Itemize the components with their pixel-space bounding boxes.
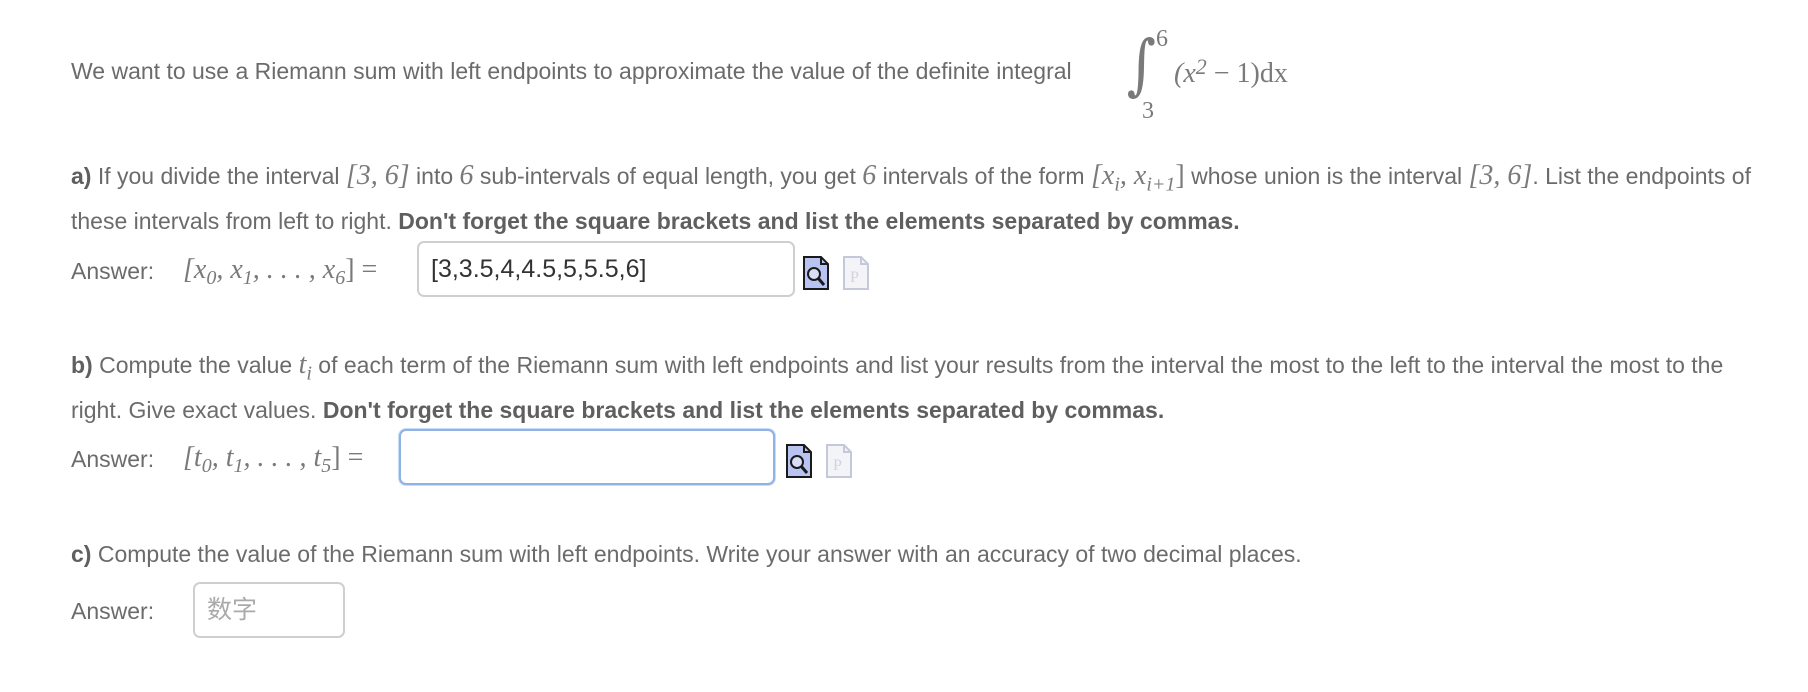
definite-integral: ∫ 6 3 (x2 − 1)dx [1118,20,1348,124]
answer-math-b: [t0, t1, . . . , t5] = [183,442,364,477]
question-part-a: a) If you divide the interval [3, 6] int… [71,160,1751,234]
part-c-label: c) [71,541,92,567]
integral-lower-limit: 3 [1142,98,1154,124]
preview-magnifier-icon[interactable] [785,443,813,479]
pdf-document-icon[interactable]: P [842,255,870,291]
preview-magnifier-icon[interactable] [802,255,830,291]
intro-text: We want to use a Riemann sum with left e… [71,58,1072,84]
answer-label-b: Answer: [71,446,155,472]
answer-input-a[interactable] [417,241,795,297]
answer-input-b[interactable] [399,429,775,485]
answer-label-a: Answer: [71,258,155,284]
answer-label-c: Answer: [71,598,155,624]
part-b-label: b) [71,352,93,378]
part-b-instruction: Don't forget the square brackets and lis… [322,396,1165,423]
svg-text:P: P [833,457,842,474]
part-a-label: a) [71,163,92,189]
pdf-document-icon[interactable]: P [825,443,853,479]
svg-text:P: P [850,269,859,286]
integral-upper-limit: 6 [1156,26,1168,52]
question-part-c: c) Compute the value of the Riemann sum … [71,541,1302,567]
integrand: (x2 − 1)dx [1174,54,1288,89]
answer-math-a: [x0, x1, . . . , x6] = [183,254,378,289]
integral-sign-icon: ∫ [1126,26,1156,103]
question-part-b: b) Compute the value ti of each term of … [71,349,1724,423]
part-a-instruction: Don't forget the square brackets and lis… [398,207,1240,234]
answer-input-c[interactable] [193,582,345,638]
